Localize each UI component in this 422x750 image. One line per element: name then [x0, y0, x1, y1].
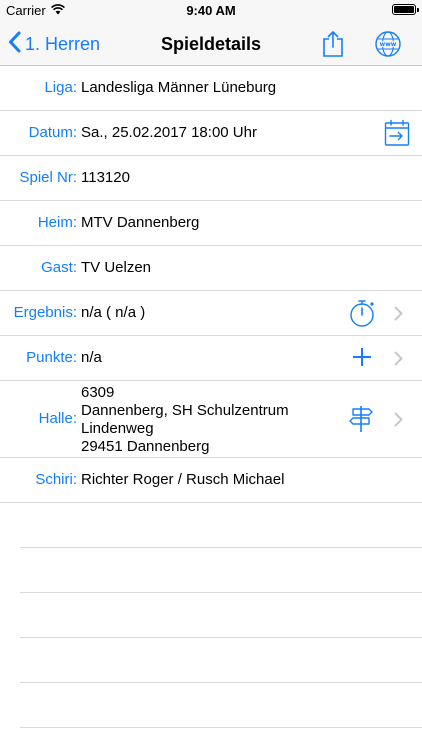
gast-label: Gast: [41, 259, 77, 276]
add-points-button[interactable] [347, 342, 377, 372]
add-to-calendar-button[interactable] [382, 118, 412, 148]
datum-value: Sa., 25.02.2017 18:00 Uhr [81, 124, 257, 141]
calendar-export-icon [384, 119, 410, 146]
datum-label: Datum: [28, 124, 77, 141]
live-ticker-button[interactable] [347, 298, 377, 328]
ergebnis-value: n/a ( n/a ) [81, 304, 146, 321]
heim-label: Heim: [37, 214, 77, 231]
status-time: 9:40 AM [186, 3, 236, 18]
empty-row [20, 593, 422, 638]
halle-street: Lindenweg [81, 420, 154, 437]
navigation-bar: 1. Herren Spieldetails www [0, 22, 422, 66]
row-liga: Liga: Landesliga Männer Lüneburg [0, 66, 422, 111]
row-heim: Heim: MTV Dannenberg [0, 201, 422, 246]
chevron-right-icon [392, 348, 404, 368]
row-punkte[interactable]: Punkte: n/a [0, 336, 422, 381]
page-title: Spieldetails [160, 34, 262, 54]
stopwatch-icon [350, 300, 374, 327]
battery-group [392, 4, 419, 15]
share-icon [323, 31, 343, 57]
halle-number: 6309 [81, 384, 115, 401]
halle-city: 29451 Dannenberg [81, 438, 210, 455]
schiri-label: Schiri: [35, 471, 77, 488]
halle-label: Halle: [38, 410, 77, 427]
row-datum: Datum: Sa., 25.02.2017 18:00 Uhr [0, 111, 422, 156]
globe-www-icon: www [375, 31, 401, 57]
liga-value: Landesliga Männer Lüneburg [81, 79, 277, 96]
share-button[interactable] [318, 29, 348, 59]
heim-value: MTV Dannenberg [81, 214, 200, 231]
ergebnis-label: Ergebnis: [13, 304, 77, 321]
row-ergebnis[interactable]: Ergebnis: n/a ( n/a ) [0, 291, 422, 336]
empty-row [20, 728, 422, 750]
signpost-icon [349, 406, 373, 432]
empty-row [20, 638, 422, 683]
chevron-right-icon [392, 303, 404, 323]
row-spielnr: Spiel Nr: 113120 [0, 156, 422, 201]
spielnr-label: Spiel Nr: [19, 169, 77, 186]
halle-address: 6309 Dannenberg, SH Schulzentrum Lindenw… [81, 384, 289, 456]
plus-icon [353, 348, 371, 366]
website-button[interactable]: www [373, 29, 403, 59]
punkte-label: Punkte: [26, 349, 77, 366]
status-bar: Carrier 9:40 AM [0, 0, 422, 22]
halle-name: Dannenberg, SH Schulzentrum [81, 402, 289, 419]
empty-row [20, 683, 422, 728]
svg-text:www: www [380, 41, 397, 48]
liga-label: Liga: [44, 79, 77, 96]
row-gast: Gast: TV Uelzen [0, 246, 422, 291]
empty-row [20, 548, 422, 593]
chevron-right-icon [392, 409, 404, 429]
battery-icon [392, 4, 419, 15]
punkte-value: n/a [81, 349, 102, 366]
schiri-value: Richter Roger / Rusch Michael [81, 471, 285, 488]
empty-row [20, 503, 422, 548]
details-list: Liga: Landesliga Männer Lüneburg Datum: … [0, 66, 422, 750]
gast-value: TV Uelzen [81, 259, 152, 276]
directions-button[interactable] [346, 404, 376, 434]
spielnr-value: 113120 [81, 169, 130, 186]
row-schiri: Schiri: Richter Roger / Rusch Michael [0, 458, 422, 503]
row-halle[interactable]: Halle: 6309 Dannenberg, SH Schulzentrum … [0, 381, 422, 458]
